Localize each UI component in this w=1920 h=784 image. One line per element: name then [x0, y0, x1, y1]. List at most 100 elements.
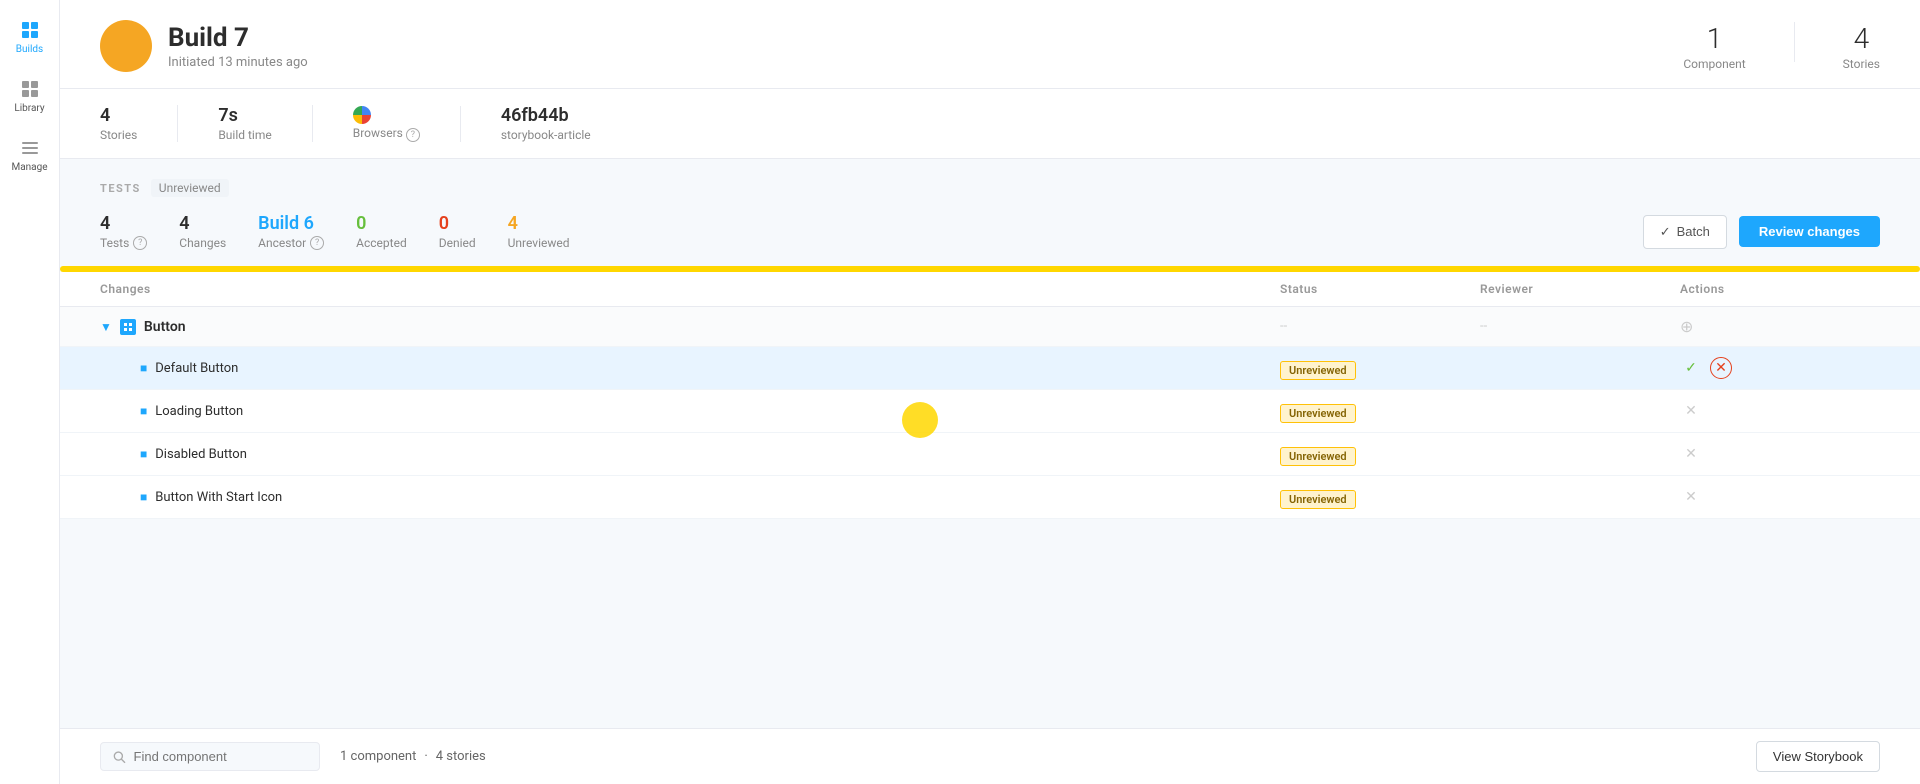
view-storybook-button[interactable]: View Storybook — [1756, 741, 1880, 772]
main-content: Build 7 Initiated 13 minutes ago 1 Compo… — [60, 0, 1920, 784]
test-stat-changes-value: 4 — [179, 213, 226, 234]
stat-browsers: Browsers ? — [353, 106, 461, 142]
reject-icon-muted[interactable]: ✕ — [1680, 486, 1702, 508]
story-icon: ■ — [140, 490, 147, 504]
stat-build-time-label: Build time — [218, 128, 271, 142]
stat-commit-value: 46fb44b — [501, 105, 591, 126]
reject-icon-muted[interactable]: ✕ — [1680, 400, 1702, 422]
story-actions-loading: ✕ — [1680, 400, 1880, 422]
sidebar: Builds Library Manage — [0, 0, 60, 784]
sidebar-builds-label: Builds — [16, 44, 43, 55]
group-actions: ⊕ — [1680, 317, 1880, 336]
test-stat-accepted-label: Accepted — [356, 236, 407, 250]
story-status-default: Unreviewed — [1280, 359, 1480, 378]
component-type-icon — [120, 319, 136, 335]
component-svg — [123, 322, 133, 332]
group-reviewer: -- — [1480, 319, 1680, 334]
unreviewed-badge: Unreviewed — [1280, 361, 1356, 380]
col-status: Status — [1280, 282, 1480, 296]
header-right: 1 Component 4 Stories — [1683, 22, 1880, 71]
test-stat-changes-label: Changes — [179, 236, 226, 250]
story-icon: ■ — [140, 447, 147, 461]
stat-stories-label: Stories — [100, 128, 137, 142]
story-actions-default: ✓ ✕ — [1680, 357, 1880, 379]
review-changes-button[interactable]: Review changes — [1739, 216, 1880, 247]
tests-filter-badge[interactable]: Unreviewed — [151, 179, 229, 197]
tests-section: TESTS Unreviewed 4 Tests ? 4 Changes Bui… — [60, 159, 1920, 272]
tests-header: TESTS Unreviewed — [100, 179, 1880, 197]
stat-stories: 4 Stories — [100, 105, 178, 142]
table-header: Changes Status Reviewer Actions — [60, 272, 1920, 307]
bottom-bar: 1 component · 4 stories View Storybook — [60, 728, 1920, 784]
component-count: 1 — [1683, 22, 1745, 55]
header-divider — [1794, 22, 1795, 62]
bottom-stats: 1 component · 4 stories — [340, 749, 486, 764]
chrome-icon — [353, 106, 371, 124]
sidebar-item-manage[interactable]: Manage — [4, 130, 56, 181]
sidebar-library-label: Library — [14, 103, 44, 114]
builds-icon — [20, 20, 40, 40]
test-stat-tests-label: Tests ? — [100, 236, 147, 250]
accept-icon[interactable]: ✓ — [1680, 357, 1702, 379]
test-stat-accepted-value: 0 — [356, 213, 407, 234]
scrollable-content: TESTS Unreviewed 4 Tests ? 4 Changes Bui… — [60, 159, 1920, 728]
story-name-disabled-button: ■ Disabled Button — [100, 447, 1280, 462]
header-left: Build 7 Initiated 13 minutes ago — [100, 20, 308, 72]
table-row: ■ Button With Start Icon Unreviewed ✕ — [60, 476, 1920, 519]
build-info: Build 7 Initiated 13 minutes ago — [168, 23, 308, 70]
stat-browsers-label: Browsers ? — [353, 126, 420, 142]
test-stat-tests-value: 4 — [100, 213, 147, 234]
table-row: ■ Default Button Unreviewed ✓ ✕ — [60, 347, 1920, 390]
header-stat-stories: 4 Stories — [1843, 22, 1880, 71]
build-subtitle: Initiated 13 minutes ago — [168, 55, 308, 70]
batch-button[interactable]: ✓ Batch — [1643, 215, 1727, 249]
story-actions-disabled: ✕ — [1680, 443, 1880, 465]
stories-label: Stories — [1843, 57, 1880, 71]
check-icon: ✓ — [1660, 224, 1671, 240]
table-row: ■ Disabled Button Unreviewed ✕ — [60, 433, 1920, 476]
test-stat-changes: 4 Changes — [179, 213, 226, 250]
sidebar-item-library[interactable]: Library — [4, 71, 56, 122]
test-stat-ancestor-value[interactable]: Build 6 — [258, 213, 324, 234]
reject-icon-muted[interactable]: ✕ — [1680, 443, 1702, 465]
sidebar-manage-label: Manage — [11, 162, 47, 173]
col-reviewer: Reviewer — [1480, 282, 1680, 296]
search-input[interactable] — [134, 749, 307, 764]
collapse-icon[interactable]: ▼ — [100, 320, 112, 334]
test-stat-unreviewed-value: 4 — [508, 213, 570, 234]
test-stat-accepted: 0 Accepted — [356, 213, 407, 250]
tests-info-icon[interactable]: ? — [133, 236, 147, 250]
tests-actions: ✓ Batch Review changes — [1643, 215, 1880, 249]
table-wrapper: Changes Status Reviewer Actions ▼ — [60, 272, 1920, 519]
bottom-stories-count: 4 stories — [436, 749, 486, 764]
test-stat-tests: 4 Tests ? — [100, 213, 147, 250]
test-stat-unreviewed-label: Unreviewed — [508, 236, 570, 250]
stats-bar: 4 Stories 7s Build time Browsers ? 46fb4… — [60, 89, 1920, 159]
ancestor-info-icon[interactable]: ? — [310, 236, 324, 250]
story-actions-start-icon: ✕ — [1680, 486, 1880, 508]
sidebar-item-builds[interactable]: Builds — [4, 12, 56, 63]
test-stat-ancestor-label: Ancestor ? — [258, 236, 324, 250]
group-status: -- — [1280, 319, 1480, 334]
group-action-icon[interactable]: ⊕ — [1680, 317, 1693, 336]
unreviewed-badge: Unreviewed — [1280, 404, 1356, 423]
reject-icon[interactable]: ✕ — [1710, 357, 1732, 379]
test-stat-unreviewed: 4 Unreviewed — [508, 213, 570, 250]
story-status-disabled: Unreviewed — [1280, 445, 1480, 464]
tests-section-title: TESTS — [100, 182, 141, 195]
search-box[interactable] — [100, 742, 320, 771]
component-label: Component — [1683, 57, 1745, 71]
browsers-info-icon[interactable]: ? — [406, 128, 420, 142]
story-name-button-start-icon: ■ Button With Start Icon — [100, 490, 1280, 505]
story-name-default-button: ■ Default Button — [100, 361, 1280, 376]
header: Build 7 Initiated 13 minutes ago 1 Compo… — [60, 0, 1920, 89]
test-stat-denied-label: Denied — [439, 236, 476, 250]
stat-stories-value: 4 — [100, 105, 137, 126]
stat-commit-label: storybook-article — [501, 128, 591, 142]
stat-build-time: 7s Build time — [218, 105, 312, 142]
story-status-loading: Unreviewed — [1280, 402, 1480, 421]
unreviewed-badge: Unreviewed — [1280, 447, 1356, 466]
library-icon — [20, 79, 40, 99]
stat-build-time-value: 7s — [218, 105, 271, 126]
stat-browsers-value — [353, 106, 420, 124]
